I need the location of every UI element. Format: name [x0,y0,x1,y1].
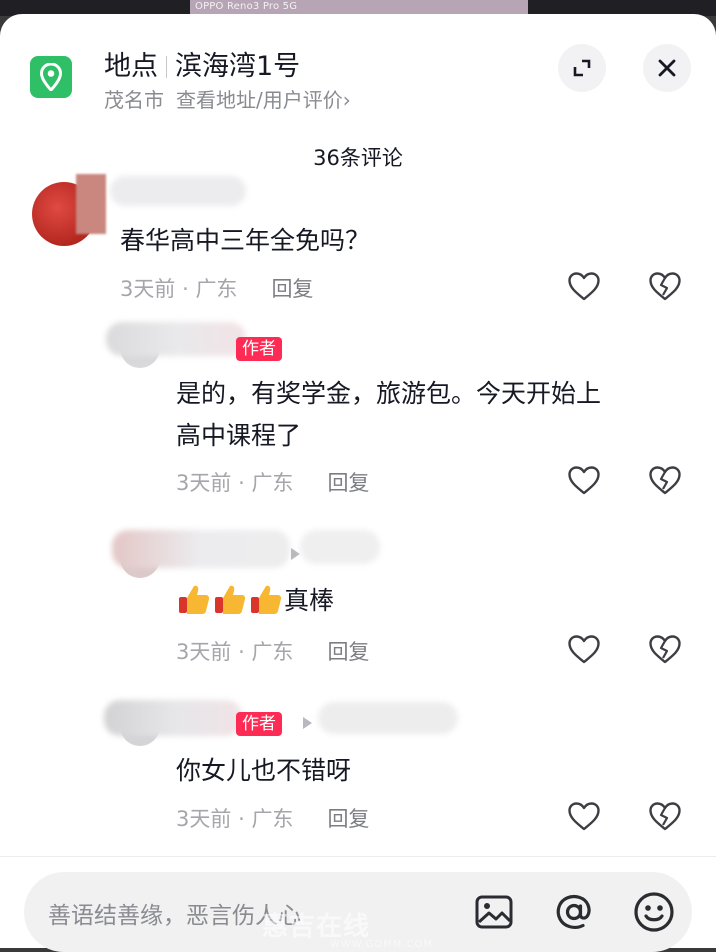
meta-dot: · [238,471,245,495]
location-name: 滨海湾1号 [175,51,301,82]
chevron-right-icon: › [342,88,351,112]
heart-icon[interactable] [567,464,601,496]
expand-icon [573,59,591,77]
username-blurred[interactable] [110,176,246,206]
broken-heart-icon[interactable] [648,270,682,302]
mention-button[interactable] [552,890,596,934]
title-divider [166,56,167,78]
broken-heart-icon[interactable] [648,800,682,832]
heart-icon[interactable] [567,270,601,302]
comment-time: 3天前 [120,277,176,301]
watermark-url: WWW.GDMM.COM [330,939,434,950]
reply-button[interactable]: 回复 [327,471,369,495]
at-sign-icon [556,894,591,929]
meta-dot: · [238,640,245,664]
reply-button[interactable]: 回复 [327,807,369,831]
comment-region: 广东 [195,277,238,301]
author-tag: 作者 [236,337,282,361]
location-label: 地点 [104,51,158,82]
username-blurred[interactable] [112,530,290,568]
comment-text: 春华高中三年全免吗？ [120,226,371,255]
image-button[interactable] [472,890,516,934]
reply-to-arrow-icon [291,548,300,560]
heart-icon[interactable] [567,800,601,832]
username-blurred[interactable] [300,530,380,564]
close-icon [658,59,676,77]
reply-to-arrow-icon [303,717,312,729]
watermark-text: 惠吉在线 [262,912,371,942]
location-link[interactable]: 查看地址/用户评价 [176,88,343,112]
comment-count: 36条评论 [313,146,403,170]
image-icon [475,895,513,929]
location-subtitle[interactable]: 茂名市 查看地址/用户评价› [104,84,351,113]
location-title[interactable]: 地点 滨海湾1号 [104,44,300,83]
reply-region: 广东 [251,807,294,831]
comment-meta: 3天前 · 广东 回复 [120,273,313,303]
location-city: 茂名市 [104,88,164,112]
map-pin-icon[interactable] [30,56,72,98]
username-blurred[interactable] [104,700,242,736]
reply-button[interactable]: 回复 [271,277,313,301]
emoji-button[interactable] [632,890,676,934]
reply-meta: 3天前 · 广东 回复 [176,636,369,666]
composer-divider [0,856,716,857]
reply-time: 3天前 [176,807,232,831]
thumbs-up-emoji-icon [179,585,210,614]
reply-meta: 3天前 · 广东 回复 [176,467,369,497]
heart-icon[interactable] [567,633,601,665]
reply-time: 3天前 [176,640,232,664]
thumbs-up-emoji-icon [215,585,246,614]
reply-region: 广东 [251,640,294,664]
broken-heart-icon[interactable] [648,464,682,496]
author-tag: 作者 [236,712,282,736]
username-blurred[interactable] [318,702,458,734]
reply-text: 你女儿也不错呀 [176,756,352,785]
reply-text-line: 是的，有奖学金，旅游包。今天开始上 [176,379,602,408]
broken-heart-icon[interactable] [648,633,682,665]
meta-dot: · [238,807,245,831]
reply-button[interactable]: 回复 [327,640,369,664]
thumbs-up-emoji-icon [251,585,282,614]
expand-button[interactable] [558,44,606,92]
reply-text-line: 高中课程了 [176,421,302,450]
meta-dot: · [182,277,189,301]
watermark: 惠吉在线 WWW.GDMM.COM [262,906,433,950]
close-button[interactable] [643,44,691,92]
reply-time: 3天前 [176,471,232,495]
username-blurred[interactable] [76,174,106,234]
reply-region: 广东 [251,471,294,495]
emoji-icon [634,892,674,932]
reply-text-body: 真棒 [284,586,335,615]
device-label: OPPO Reno3 Pro 5G [195,1,298,12]
reply-meta: 3天前 · 广东 回复 [176,803,369,833]
reply-text: 是的，有奖学金，旅游包。今天开始上 高中课程了 [176,373,601,457]
reply-text: 真棒 [176,580,334,622]
username-blurred[interactable] [106,322,246,356]
